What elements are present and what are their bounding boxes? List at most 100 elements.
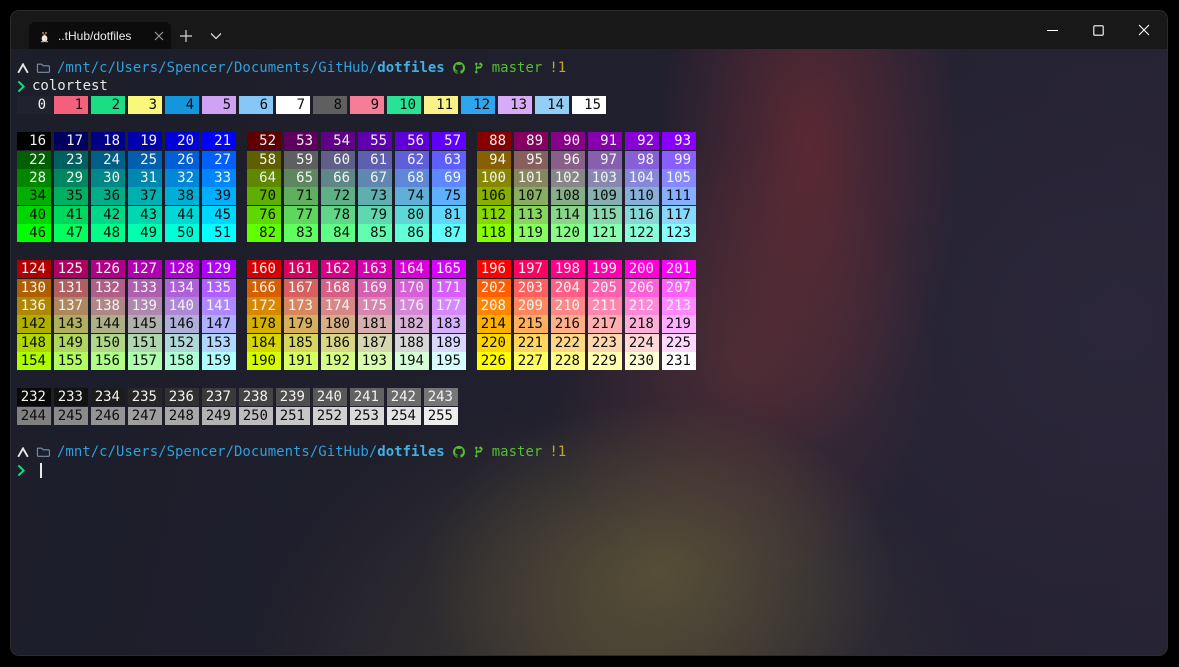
ansi-16-color-row: 0 1 2 3 4 5 6 7 8 9 10 11 12 13 14 15 bbox=[17, 95, 1167, 114]
color-cell: 136 bbox=[17, 297, 51, 315]
color-cell: 248 bbox=[165, 406, 199, 425]
color-cell: 72 bbox=[321, 187, 355, 206]
color-cell: 229 bbox=[588, 351, 622, 370]
color-cell: 25 bbox=[128, 150, 162, 169]
color-cell: 3 bbox=[128, 95, 162, 114]
color-cell: 57 bbox=[432, 132, 466, 151]
color-cell: 119 bbox=[514, 223, 548, 242]
color-cube-group: 34 35 36 37 38 39 bbox=[17, 187, 239, 206]
color-cell: 240 bbox=[313, 388, 347, 407]
color-cell: 2 bbox=[91, 95, 125, 114]
close-button[interactable] bbox=[1121, 11, 1167, 49]
color-cell: 94 bbox=[477, 150, 511, 169]
color-cell: 124 bbox=[17, 260, 51, 279]
new-tab-button[interactable] bbox=[171, 22, 201, 49]
color-cube-group: 76 77 78 79 80 81 bbox=[247, 205, 469, 224]
color-cube-group: 106 107 108 109 110 111 bbox=[477, 187, 699, 206]
color-cell: 115 bbox=[588, 205, 622, 224]
color-cell: 121 bbox=[588, 223, 622, 242]
minimize-button[interactable] bbox=[1029, 11, 1075, 49]
color-cell: 234 bbox=[91, 388, 125, 407]
git-status: !1 bbox=[549, 60, 567, 77]
color-cell: 175 bbox=[358, 297, 392, 315]
color-cell: 90 bbox=[551, 132, 585, 151]
color-cell: 73 bbox=[358, 187, 392, 206]
color-cube-row: 34 35 36 37 38 39 70 71 72 73 74 75 106 107 108 109 110 1… bbox=[17, 187, 1167, 206]
color-cell: 13 bbox=[498, 95, 532, 114]
close-icon bbox=[1138, 24, 1150, 36]
color-cell: 128 bbox=[165, 260, 199, 279]
color-cell: 199 bbox=[588, 260, 622, 279]
color-cell: 190 bbox=[247, 351, 281, 370]
color-cube-row: 124 125 126 127 128 129 160 161 162 163 164 165 196 1… bbox=[17, 260, 1167, 279]
color-cell: 202 bbox=[477, 278, 511, 297]
titlebar[interactable]: ..tHub/dotfiles bbox=[11, 11, 1167, 49]
color-cell: 226 bbox=[477, 351, 511, 370]
prompt-line: /mnt/c/Users/Spencer/Documents/GitHub/do… bbox=[17, 59, 1167, 77]
color-cell: 133 bbox=[128, 278, 162, 297]
tab-close-icon[interactable] bbox=[154, 31, 164, 41]
color-cell: 66 bbox=[321, 168, 355, 187]
color-cell: 179 bbox=[284, 315, 318, 334]
color-cell: 54 bbox=[321, 132, 355, 151]
color-cell: 19 bbox=[128, 132, 162, 151]
color-cell: 84 bbox=[321, 223, 355, 242]
color-cube-group: 208 209 210 211 212 213 bbox=[477, 297, 699, 315]
color-cell: 238 bbox=[239, 388, 273, 407]
color-cube-group: 52 53 54 55 56 57 bbox=[247, 132, 469, 151]
color-cell: 191 bbox=[284, 351, 318, 370]
color-cell: 37 bbox=[128, 187, 162, 206]
color-cell: 122 bbox=[625, 223, 659, 242]
color-cell: 154 bbox=[17, 351, 51, 370]
color-cell: 118 bbox=[477, 223, 511, 242]
color-cell: 151 bbox=[128, 333, 162, 352]
color-cell: 228 bbox=[551, 351, 585, 370]
git-branch-icon bbox=[473, 61, 485, 75]
maximize-button[interactable] bbox=[1075, 11, 1121, 49]
color-cell: 101 bbox=[514, 168, 548, 187]
color-cube-group: 100 101 102 103 104 105 bbox=[477, 168, 699, 187]
color-cell: 77 bbox=[284, 205, 318, 224]
terminal-window: ..tHub/dotfiles /mnt/c/Users/Spencer/Doc… bbox=[10, 10, 1168, 656]
chevron-down-icon bbox=[210, 32, 222, 40]
color-cell: 235 bbox=[128, 388, 162, 407]
text-cursor[interactable] bbox=[40, 463, 42, 479]
color-cell: 4 bbox=[165, 95, 199, 114]
color-cell: 245 bbox=[54, 406, 88, 425]
color-cell: 237 bbox=[202, 388, 236, 407]
color-cell: 117 bbox=[662, 205, 696, 224]
color-cell: 98 bbox=[625, 150, 659, 169]
color-cube-group: 220 221 222 223 224 225 bbox=[477, 333, 699, 352]
color-cell: 32 bbox=[165, 168, 199, 187]
terminal-viewport[interactable]: /mnt/c/Users/Spencer/Documents/GitHub/do… bbox=[11, 49, 1167, 655]
path-directory: dotfiles bbox=[377, 444, 445, 461]
color-cell: 135 bbox=[202, 278, 236, 297]
color-cube-group: 154 155 156 157 158 159 bbox=[17, 351, 239, 370]
color-cell: 159 bbox=[202, 351, 236, 370]
color-cell: 225 bbox=[662, 333, 696, 352]
command-text: colortest bbox=[32, 78, 108, 95]
color-cell: 44 bbox=[165, 205, 199, 224]
color-cell: 91 bbox=[588, 132, 622, 151]
color-cell: 38 bbox=[165, 187, 199, 206]
color-cell: 214 bbox=[477, 315, 511, 334]
tab-dropdown-button[interactable] bbox=[201, 22, 231, 49]
color-cell: 42 bbox=[91, 205, 125, 224]
color-cell: 89 bbox=[514, 132, 548, 151]
color-cell: 24 bbox=[91, 150, 125, 169]
color-cell: 230 bbox=[625, 351, 659, 370]
plus-icon bbox=[179, 29, 193, 43]
color-cell: 155 bbox=[54, 351, 88, 370]
color-cube-group: 58 59 60 61 62 63 bbox=[247, 150, 469, 169]
caption-buttons bbox=[1029, 11, 1167, 49]
color-cell: 188 bbox=[395, 333, 429, 352]
color-cube-group: 130 131 132 133 134 135 bbox=[17, 278, 239, 297]
color-cell: 213 bbox=[662, 297, 696, 315]
prompt-line: /mnt/c/Users/Spencer/Documents/GitHub/do… bbox=[17, 443, 1167, 461]
tab-dotfiles[interactable]: ..tHub/dotfiles bbox=[29, 22, 171, 49]
color-cell: 88 bbox=[477, 132, 511, 151]
color-cube-group: 172 173 174 175 176 177 bbox=[247, 297, 469, 315]
color-cell: 161 bbox=[284, 260, 318, 279]
color-cell: 65 bbox=[284, 168, 318, 187]
color-cell: 55 bbox=[358, 132, 392, 151]
